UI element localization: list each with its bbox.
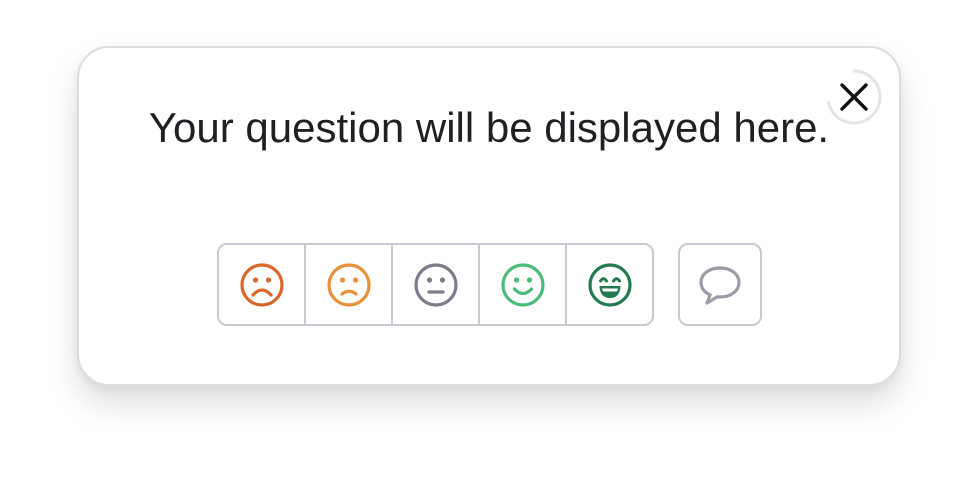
rating-option-4[interactable] — [480, 245, 567, 324]
neutral-face-icon — [412, 261, 460, 309]
rating-option-1[interactable] — [219, 245, 306, 324]
survey-widget: Your question will be displayed here. — [0, 0, 978, 495]
very-sad-face-icon — [238, 261, 286, 309]
speech-bubble-icon — [696, 261, 744, 309]
rating-option-5[interactable] — [567, 245, 652, 324]
rating-option-3[interactable] — [393, 245, 480, 324]
sad-face-icon — [325, 261, 373, 309]
comment-button[interactable] — [678, 243, 762, 326]
smile-face-icon — [499, 261, 547, 309]
survey-question: Your question will be displayed here. — [148, 104, 830, 151]
laughing-face-icon — [586, 261, 634, 309]
rating-scale — [217, 243, 654, 326]
rating-option-2[interactable] — [306, 245, 393, 324]
survey-card — [77, 46, 901, 386]
